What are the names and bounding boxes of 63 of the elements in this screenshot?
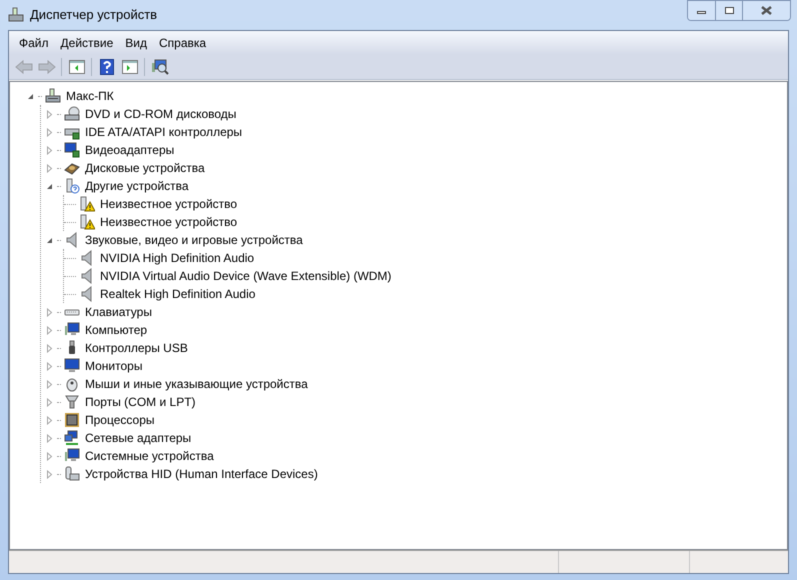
device-label[interactable]: Видеоадаптеры bbox=[83, 141, 176, 159]
collapse-arrow-icon[interactable] bbox=[45, 236, 54, 244]
input-device-icon bbox=[64, 466, 80, 482]
device-label[interactable]: Устройства HID (Human Interface Devices) bbox=[83, 465, 320, 483]
device-label[interactable]: NVIDIA Virtual Audio Device (Wave Extensible) (WDM) bbox=[98, 267, 394, 285]
collapse-arrow-icon[interactable] bbox=[45, 182, 54, 190]
expand-arrow-icon[interactable] bbox=[45, 164, 54, 172]
computer-icon bbox=[45, 88, 61, 104]
monitor-icon bbox=[64, 358, 80, 374]
warning-device-icon bbox=[79, 214, 95, 230]
display-adapter-icon bbox=[64, 142, 80, 158]
device-label[interactable]: Компьютер bbox=[83, 321, 150, 339]
device-label[interactable]: Мониторы bbox=[83, 357, 144, 375]
device-label[interactable]: Контроллеры USB bbox=[83, 339, 190, 357]
device-label[interactable]: IDE ATA/ATAPI контроллеры bbox=[83, 123, 244, 141]
device-label[interactable]: Неизвестное устройство bbox=[98, 195, 240, 213]
expand-arrow-icon[interactable] bbox=[45, 110, 54, 118]
mouse-icon bbox=[64, 376, 80, 392]
expand-arrow-icon[interactable] bbox=[45, 470, 54, 478]
expand-arrow-icon[interactable] bbox=[45, 416, 54, 424]
computer-monitor-icon bbox=[64, 322, 80, 338]
expand-arrow-icon[interactable] bbox=[45, 452, 54, 460]
expand-arrow-icon[interactable] bbox=[45, 434, 54, 442]
device-label[interactable]: Неизвестное устройство bbox=[98, 213, 240, 231]
unknown-device-icon bbox=[64, 178, 80, 194]
expand-arrow-icon[interactable] bbox=[45, 344, 54, 352]
device-manager-icon bbox=[8, 7, 24, 23]
expand-arrow-icon[interactable] bbox=[45, 398, 54, 406]
device-label[interactable]: Realtek High Definition Audio bbox=[98, 285, 258, 303]
device-label[interactable]: Системные устройства bbox=[83, 447, 216, 465]
warning-device-icon bbox=[79, 196, 95, 212]
device-label[interactable]: Сетевые адаптеры bbox=[83, 429, 194, 447]
close-icon bbox=[761, 6, 772, 15]
expand-arrow-icon[interactable] bbox=[45, 326, 54, 334]
menu-item[interactable]: Справка bbox=[153, 34, 212, 52]
computer-monitor-icon bbox=[64, 448, 80, 464]
port-icon bbox=[64, 394, 80, 410]
close-button[interactable] bbox=[743, 1, 790, 20]
device-label[interactable]: DVD и CD-ROM дисководы bbox=[83, 105, 238, 123]
device-label[interactable]: Мыши и иные указывающие устройства bbox=[83, 375, 310, 393]
expand-arrow-icon[interactable] bbox=[45, 146, 54, 154]
menu-item[interactable]: Вид bbox=[119, 34, 153, 52]
expand-arrow-icon[interactable] bbox=[45, 362, 54, 370]
window-title: Диспетчер устройств bbox=[30, 6, 158, 24]
menu-item[interactable]: Файл bbox=[13, 34, 55, 52]
device-label[interactable]: Клавиатуры bbox=[83, 303, 154, 321]
collapse-arrow-icon[interactable] bbox=[26, 92, 35, 100]
device-label[interactable]: Другие устройства bbox=[83, 177, 191, 195]
device-label[interactable]: Процессоры bbox=[83, 411, 156, 429]
minimize-button[interactable] bbox=[688, 1, 716, 20]
menu-item[interactable]: Действие bbox=[54, 34, 120, 52]
expand-arrow-icon[interactable] bbox=[45, 128, 54, 136]
maximize-button[interactable] bbox=[716, 1, 743, 20]
processor-icon bbox=[64, 412, 80, 428]
device-label[interactable]: NVIDIA High Definition Audio bbox=[98, 249, 256, 267]
expand-arrow-icon[interactable] bbox=[45, 308, 54, 316]
drive-icon bbox=[64, 106, 80, 122]
device-label[interactable]: Дисковые устройства bbox=[83, 159, 207, 177]
device-label[interactable]: Звуковые, видео и игровые устройства bbox=[83, 231, 305, 249]
device-label[interactable]: Макс-ПК bbox=[64, 87, 116, 105]
expand-arrow-icon[interactable] bbox=[45, 380, 54, 388]
network-icon bbox=[64, 430, 80, 446]
device-label[interactable]: Порты (COM и LPT) bbox=[83, 393, 198, 411]
